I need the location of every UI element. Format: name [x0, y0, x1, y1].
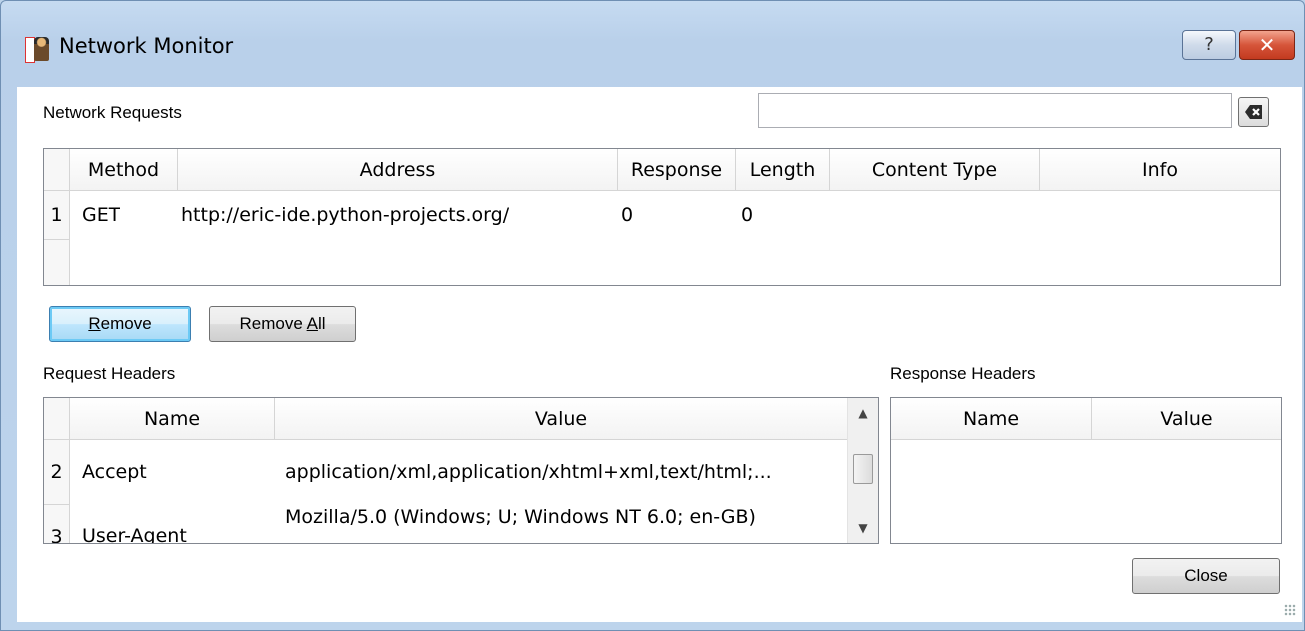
window-title: Network Monitor	[59, 34, 234, 58]
cell-name[interactable]: User-Agent	[82, 504, 187, 543]
column-header-length[interactable]: Length	[736, 149, 830, 191]
response-headers-label: Response Headers	[890, 364, 1036, 383]
close-icon: ✕	[1258, 33, 1276, 57]
row-number[interactable]: 3	[44, 504, 70, 543]
column-header-name[interactable]: Name	[891, 398, 1092, 440]
title-bar: Network Monitor ? ✕	[1, 1, 1304, 87]
arrow-down-icon[interactable]: ▼	[848, 513, 878, 543]
request-headers-label: Request Headers	[43, 364, 176, 383]
arrow-up-icon[interactable]: ▲	[848, 398, 878, 428]
help-button[interactable]: ?	[1182, 30, 1236, 60]
window-close-button[interactable]: ✕	[1239, 30, 1295, 60]
column-header-response[interactable]: Response	[618, 149, 736, 191]
table-corner	[44, 149, 70, 191]
scrollbar-thumb[interactable]	[853, 454, 873, 484]
remove-all-button[interactable]: Remove All	[209, 306, 356, 342]
column-header-value[interactable]: Value	[275, 398, 847, 440]
help-icon: ?	[1204, 34, 1214, 55]
table-corner	[44, 398, 70, 440]
cell-name[interactable]: Accept	[82, 440, 147, 504]
column-header-address[interactable]: Address	[178, 149, 618, 191]
request-headers-table[interactable]: Name Value 2 3 Accept application/xml,ap…	[43, 397, 879, 544]
size-grip-icon[interactable]	[1284, 604, 1296, 616]
clear-search-button[interactable]	[1238, 97, 1269, 127]
cell-method[interactable]: GET	[82, 191, 120, 239]
column-header-content-type[interactable]: Content Type	[830, 149, 1040, 191]
row-number[interactable]: 1	[44, 191, 70, 239]
cell-length[interactable]: 0	[741, 191, 753, 239]
column-header-info[interactable]: Info	[1040, 149, 1280, 191]
dialog-body: Network Requests Method Address Response…	[17, 87, 1302, 622]
column-header-method[interactable]: Method	[70, 149, 178, 191]
vertical-scrollbar[interactable]: ▲ ▼	[847, 398, 878, 543]
column-header-value[interactable]: Value	[1092, 398, 1281, 440]
column-header-name[interactable]: Name	[70, 398, 275, 440]
network-monitor-window: Network Monitor ? ✕ Network Requests Met…	[0, 0, 1305, 631]
row-number[interactable]: 2	[44, 440, 70, 504]
cell-address[interactable]: http://eric-ide.python-projects.org/	[181, 191, 509, 239]
cell-value[interactable]: application/xml,application/xhtml+xml,te…	[285, 440, 845, 504]
search-input[interactable]	[758, 93, 1232, 128]
network-requests-label: Network Requests	[43, 103, 182, 122]
eric-app-icon	[25, 35, 51, 63]
row-number-empty	[44, 239, 70, 285]
clear-text-icon	[1245, 105, 1262, 119]
requests-table[interactable]: Method Address Response Length Content T…	[43, 148, 1281, 286]
response-headers-table[interactable]: Name Value	[890, 397, 1282, 544]
cell-value[interactable]: Mozilla/5.0 (Windows; U; Windows NT 6.0;…	[285, 506, 845, 528]
close-button[interactable]: Close	[1132, 558, 1280, 594]
remove-button[interactable]: Remove	[49, 306, 191, 342]
cell-response[interactable]: 0	[621, 191, 633, 239]
